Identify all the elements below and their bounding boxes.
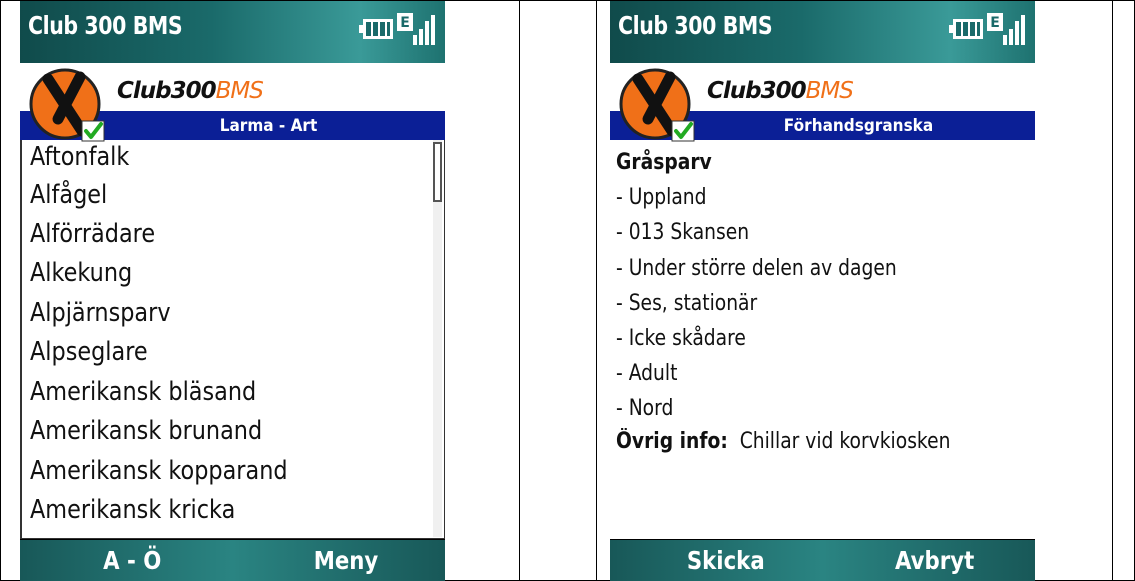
preview-content: Gråsparv - Uppland - 013 Skansen - Under… — [610, 140, 1035, 539]
checkmark-icon — [671, 120, 695, 142]
softkey-cancel-button[interactable]: Avbryt — [895, 546, 974, 575]
edge-network-icon: E — [987, 13, 1003, 31]
battery-icon — [359, 19, 393, 39]
club300-logo-text: Club300BMS — [707, 78, 854, 104]
list-item[interactable]: Aftonfalk — [30, 142, 129, 180]
detail-line: - 013 Skansen — [616, 220, 750, 245]
detail-line: - Adult — [616, 361, 678, 386]
list-item[interactable]: Alförrädare — [30, 219, 155, 257]
list-item[interactable]: Amerikansk bläsand — [30, 377, 256, 415]
softkey-bar: A - Ö Meny — [20, 539, 445, 581]
table-divider — [519, 0, 520, 581]
detail-line: - Under större delen av dagen — [616, 256, 897, 281]
app-title: Club 300 BMS — [28, 11, 183, 40]
softkey-bar: Skicka Avbryt — [610, 539, 1035, 581]
scrollbar-thumb[interactable] — [433, 142, 442, 202]
signal-strength-icon — [1003, 15, 1025, 45]
list-item[interactable]: Alpjärnsparv — [30, 298, 171, 336]
list-item[interactable]: Amerikansk kopparand — [30, 456, 288, 494]
app-title: Club 300 BMS — [618, 11, 773, 40]
detail-line: - Uppland — [616, 185, 707, 210]
list-item[interactable]: Amerikansk kricka — [30, 495, 235, 533]
list-item[interactable]: Alfågel — [30, 180, 107, 218]
table-divider — [1112, 0, 1113, 581]
detail-line: - Ses, stationär — [616, 291, 758, 316]
detail-line: - Icke skådare — [616, 326, 746, 351]
softkey-menu-button[interactable]: Meny — [314, 546, 379, 575]
list-item[interactable]: Alkekung — [30, 258, 132, 296]
checkmark-icon — [81, 120, 105, 142]
other-info: Övrig info: Chillar vid korvkiosken — [616, 429, 950, 454]
softkey-send-button[interactable]: Skicka — [687, 546, 765, 575]
title-bar: Club 300 BMS E — [20, 1, 445, 63]
species-list[interactable]: Aftonfalk Alfågel Alförrädare Alkekung A… — [20, 140, 445, 539]
club300-logo-text: Club300BMS — [117, 78, 264, 104]
title-bar: Club 300 BMS E — [610, 1, 1035, 63]
species-name: Gråsparv — [616, 150, 712, 175]
softkey-alphabet-button[interactable]: A - Ö — [103, 546, 161, 575]
other-info-value: Chillar vid korvkiosken — [739, 429, 951, 454]
list-item[interactable]: Alpseglare — [30, 337, 148, 375]
status-icons: E — [947, 11, 1027, 51]
club300-logo-icon — [28, 67, 118, 145]
list-item[interactable]: Amerikansk brunand — [30, 416, 262, 454]
status-icons: E — [357, 11, 437, 51]
svg-text:E: E — [400, 15, 410, 31]
table-divider — [596, 0, 597, 581]
svg-text:E: E — [990, 15, 1000, 31]
edge-network-icon: E — [397, 13, 413, 31]
phone-screen-preview: Club 300 BMS E Club300BMS Förhandsgransk… — [610, 1, 1035, 581]
other-info-label: Övrig info: — [616, 429, 728, 454]
club300-logo-icon — [618, 67, 708, 145]
signal-strength-icon — [413, 15, 435, 45]
phone-screen-species-list: Club 300 BMS E Club300BMS Larma - Art Af… — [20, 1, 445, 581]
detail-line: - Nord — [616, 396, 674, 421]
battery-icon — [949, 19, 983, 39]
